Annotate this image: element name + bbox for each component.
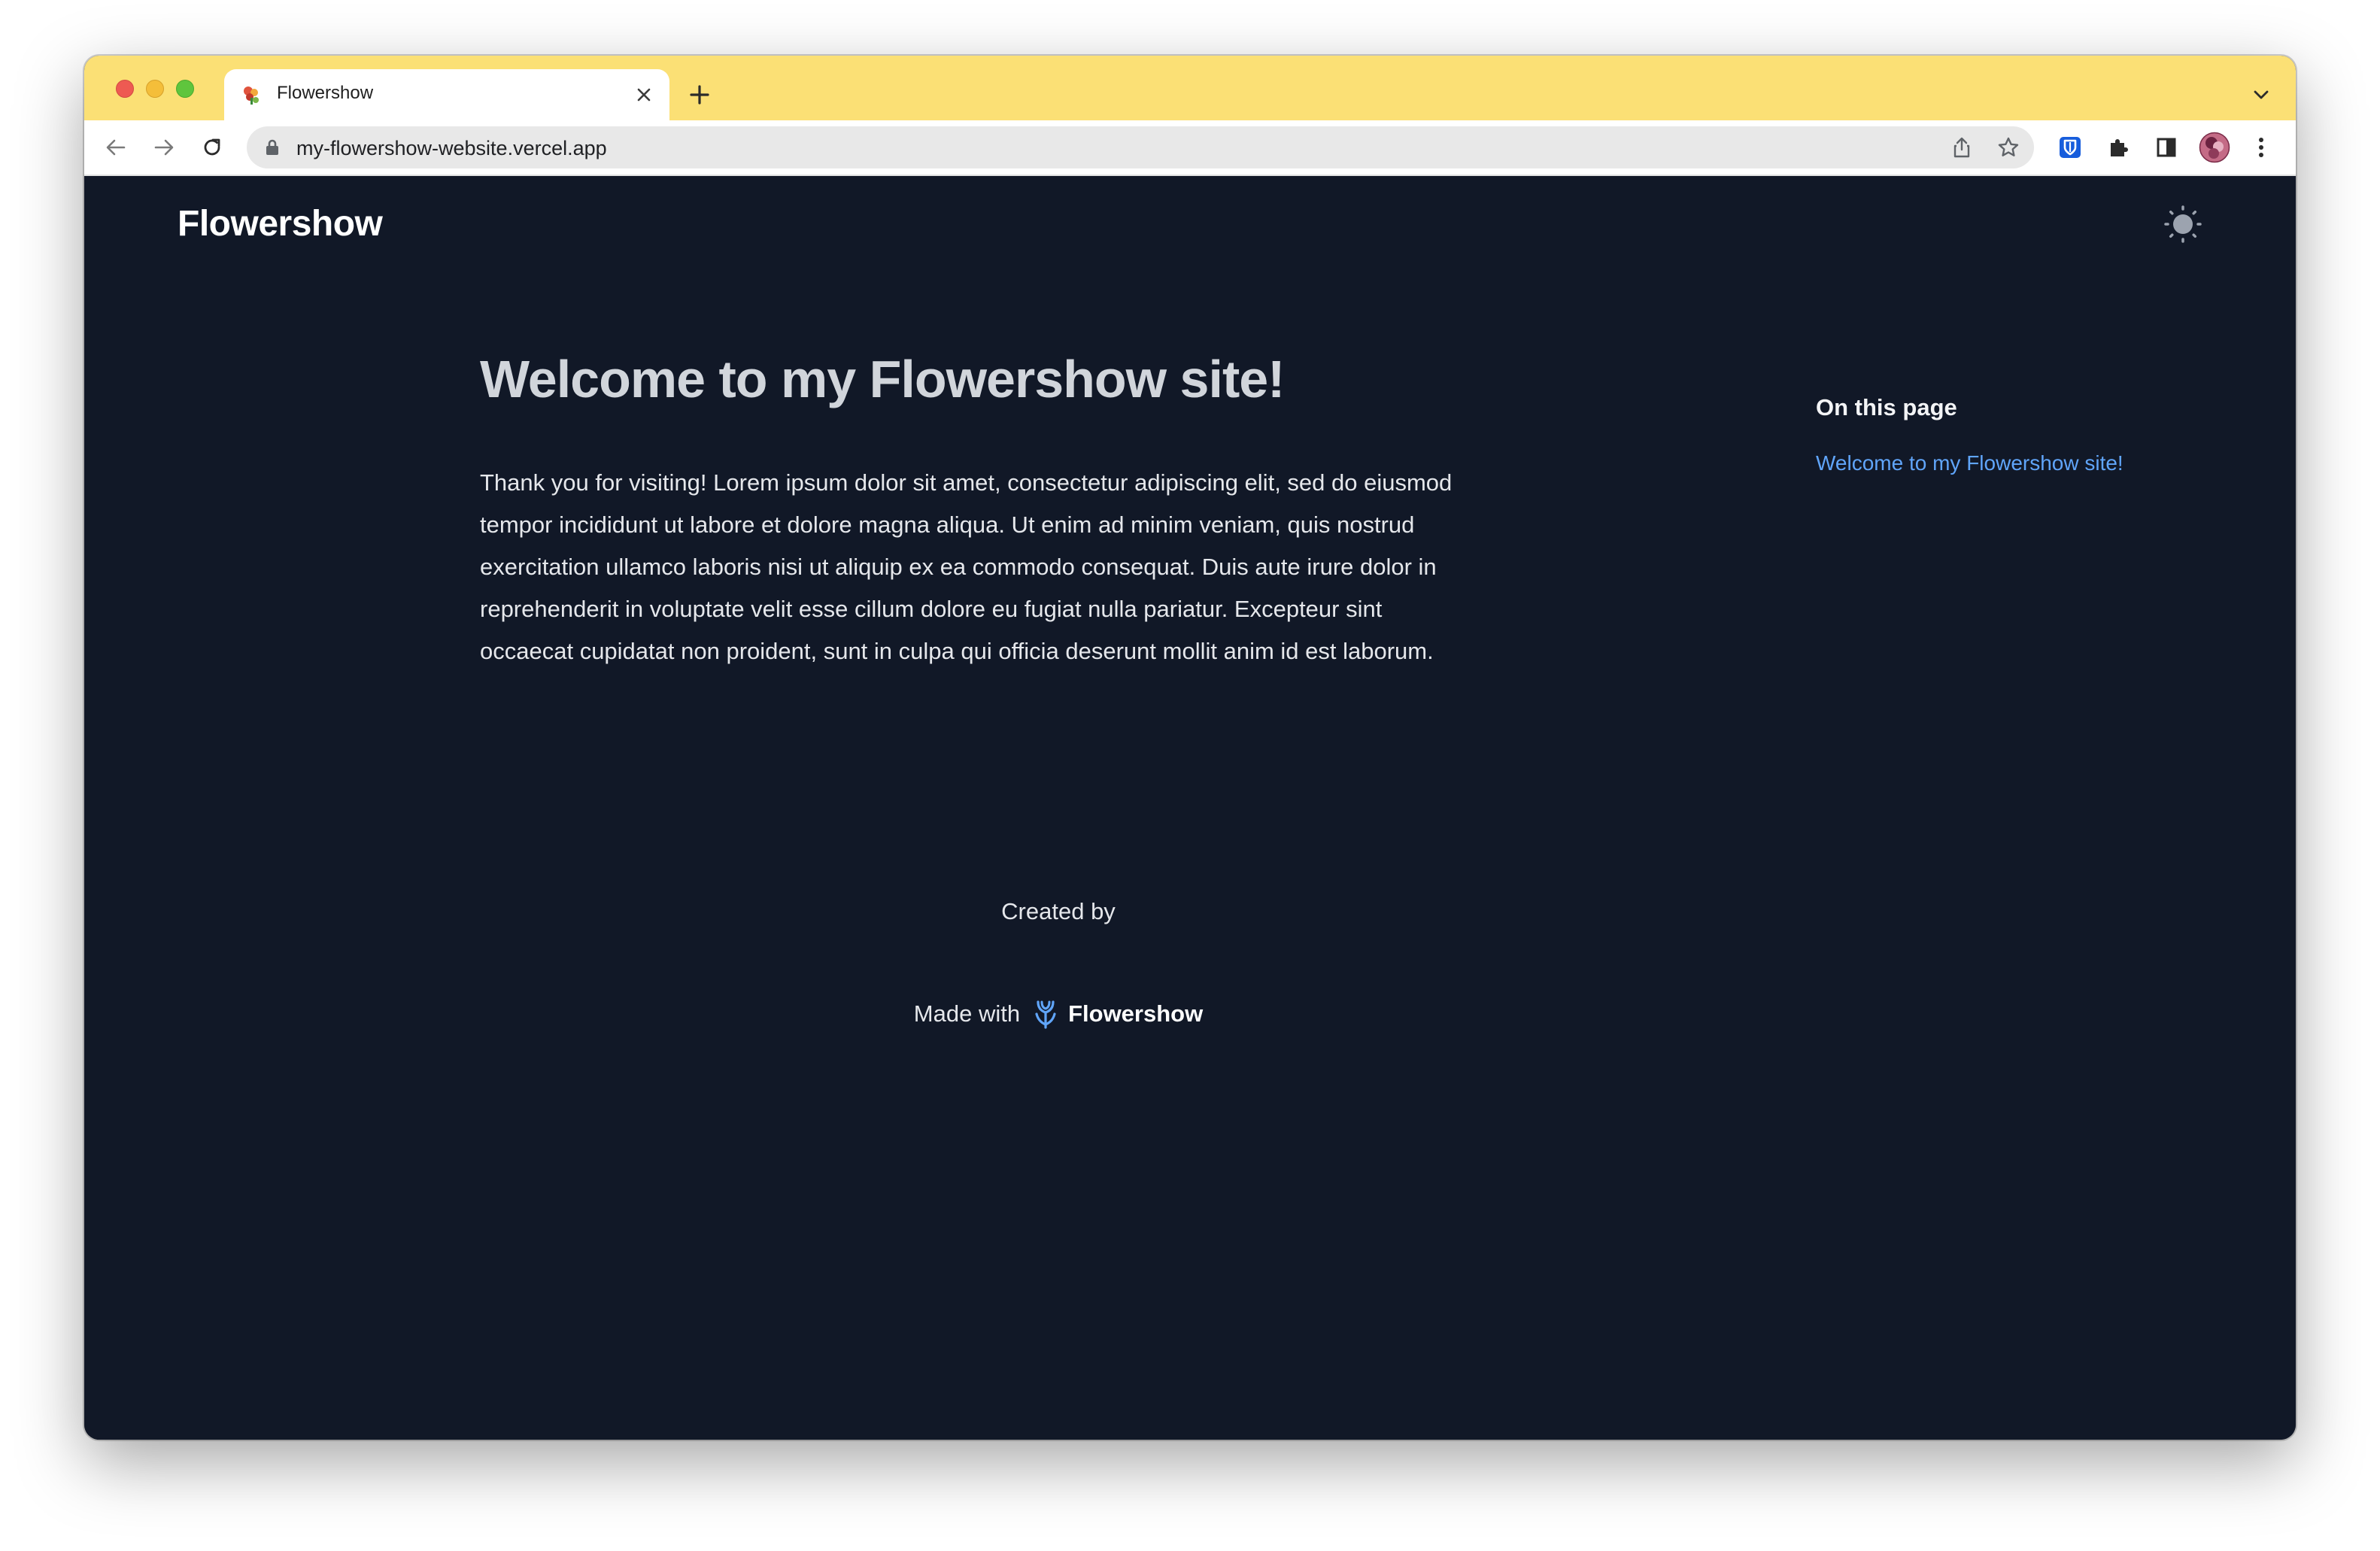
tab-title: Flowershow [277, 83, 374, 103]
tab-strip: Flowershow [84, 56, 2296, 120]
article-paragraph: Thank you for visiting! Lorem ipsum dolo… [480, 469, 1453, 664]
toc-heading: On this page [1816, 394, 1957, 420]
browser-toolbar: my-flowershow-website.vercel.app [84, 120, 2296, 176]
sun-icon[interactable] [2160, 202, 2205, 247]
site-logo[interactable]: Flowershow [178, 203, 383, 244]
web-page: Flowershow Welcome to my Flowershow site… [84, 176, 2296, 1440]
url-text: my-flowershow-website.vercel.app [296, 137, 607, 159]
close-window-button[interactable] [116, 80, 134, 98]
reload-icon[interactable] [196, 131, 229, 164]
forward-arrow-icon[interactable] [147, 131, 181, 164]
extensions-puzzle-icon[interactable] [2102, 131, 2135, 164]
footer: Created by Made with Flowershow [84, 898, 2032, 1029]
maximize-window-button[interactable] [176, 80, 194, 98]
lock-icon [266, 139, 278, 155]
bitwarden-extension-icon[interactable] [2054, 131, 2087, 164]
page-title: Welcome to my Flowershow site! [480, 350, 1286, 408]
new-tab-plus-icon[interactable] [683, 78, 716, 111]
minimize-window-button[interactable] [146, 80, 164, 98]
browser-tab[interactable]: Flowershow [224, 69, 669, 120]
bookmark-star-icon[interactable] [1993, 132, 2023, 162]
article: Welcome to my Flowershow site! Thank you… [480, 349, 1473, 672]
flowershow-brand-text: Flowershow [1068, 1000, 1204, 1027]
table-of-contents: On this page Welcome to my Flowershow si… [1816, 394, 2237, 475]
created-by-text: Created by [1001, 898, 1116, 924]
back-arrow-icon[interactable] [99, 131, 132, 164]
flower-favicon-icon [244, 87, 259, 105]
made-with-link[interactable]: Made with Flowershow [84, 999, 2032, 1029]
share-icon[interactable] [1947, 132, 1977, 162]
toc-item[interactable]: Welcome to my Flowershow site! [1816, 451, 2237, 475]
kebab-menu-icon[interactable] [2245, 131, 2278, 164]
made-with-text: Made with [913, 1000, 1021, 1027]
browser-window: Flowershow my-flowershow-website.vercel.… [84, 56, 2296, 1440]
flowershow-logo-icon [1035, 1000, 1056, 1029]
address-bar[interactable]: my-flowershow-website.vercel.app [247, 126, 2034, 168]
tab-search-chevron-down-icon[interactable] [2246, 80, 2276, 110]
close-tab-icon[interactable] [630, 81, 657, 108]
side-panel-icon[interactable] [2150, 131, 2183, 164]
profile-avatar[interactable] [2198, 131, 2231, 164]
